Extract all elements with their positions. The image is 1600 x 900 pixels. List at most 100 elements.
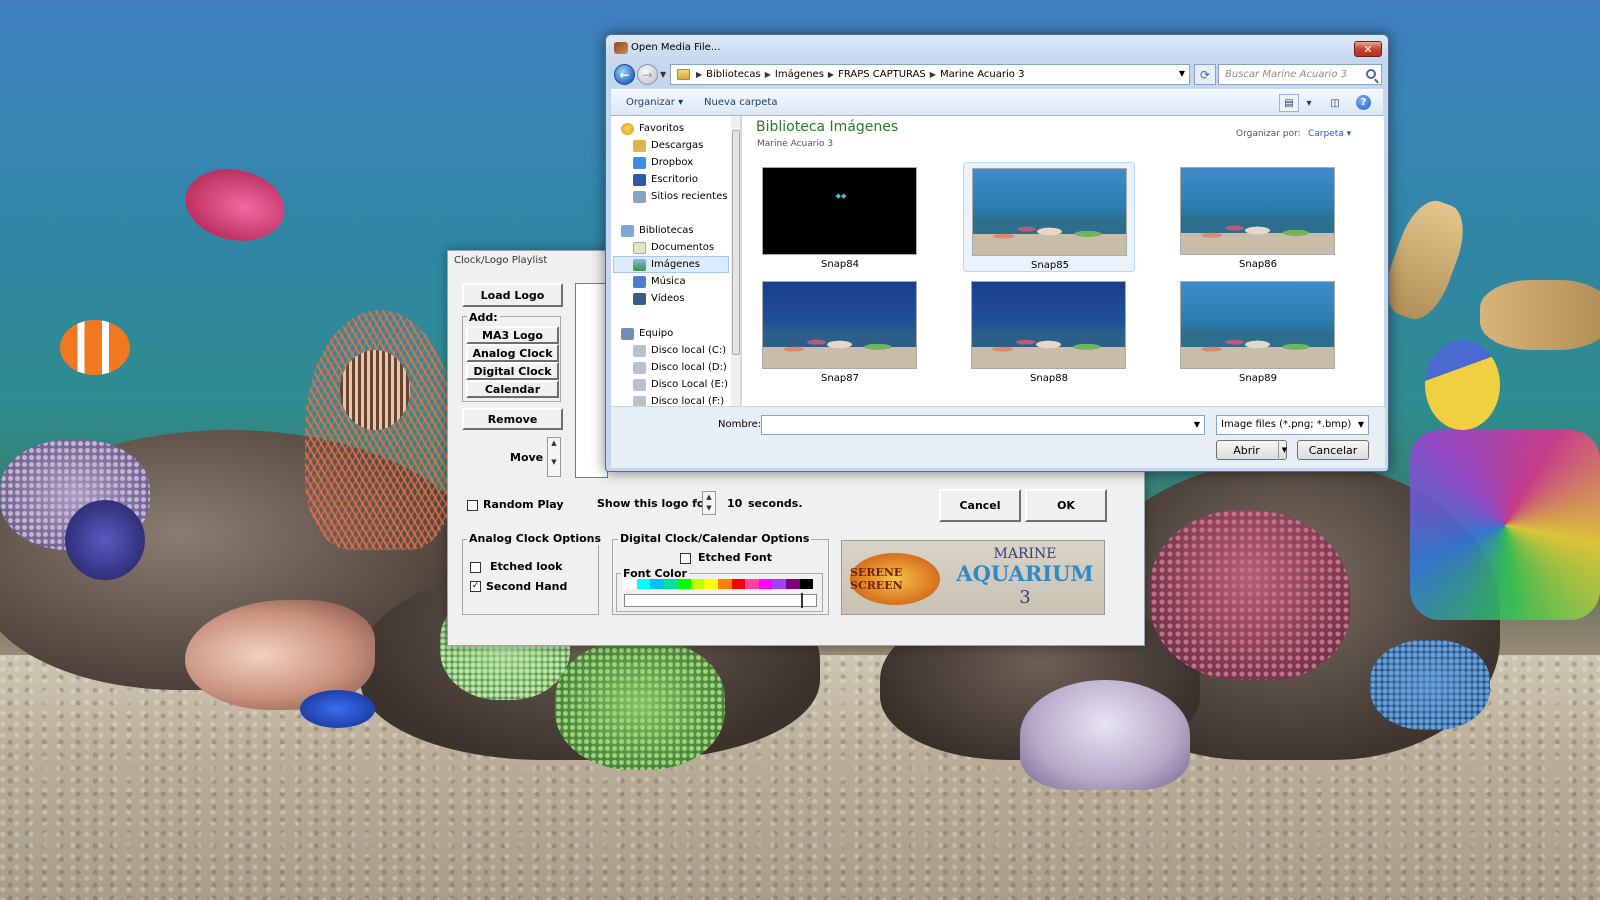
nav-imagenes[interactable]: Imágenes [613,256,729,273]
breadcrumb-item[interactable]: Marine Acuario 3 [940,69,1025,80]
file-type-select[interactable]: Image files (*.png; *.bmp) ▼ [1216,415,1369,435]
breadcrumb-item[interactable]: Imágenes [775,69,824,80]
font-color-palette[interactable] [623,579,814,589]
seconds-value[interactable]: 10 [727,497,742,510]
random-play-checkbox[interactable] [467,500,478,511]
nav-descargas[interactable]: Descargas [633,137,740,154]
search-input[interactable]: Buscar Marine Acuario 3 [1218,64,1382,85]
close-button[interactable]: ✕ [1354,41,1382,57]
recent-locations-dropdown-icon[interactable]: ▼ [660,70,666,79]
font-color-swatch[interactable] [731,579,746,589]
nav-drive-c[interactable]: Disco local (C:) [633,342,740,359]
second-hand-checkbox[interactable]: ✓ [470,581,481,592]
font-color-swatch[interactable] [799,579,814,589]
font-color-swatch[interactable] [663,579,678,589]
organize-menu[interactable]: Organizar ▾ [626,97,683,108]
cancel-button[interactable]: Cancel [939,489,1021,522]
seconds-spinner[interactable]: ▲ ▼ [702,491,716,515]
move-up-icon[interactable]: ▲ [548,438,560,457]
organize-by-dropdown[interactable]: Carpeta ▾ [1308,129,1351,139]
back-arrow-icon: ← [619,67,630,82]
font-color-slider[interactable] [624,593,817,608]
chevron-down-icon[interactable]: ▼ [1194,420,1200,429]
file-item-selected[interactable]: Snap85 [963,162,1135,272]
etched-font-checkbox[interactable] [680,553,691,564]
move-down-icon[interactable]: ▼ [548,457,560,476]
etched-look-checkbox[interactable] [470,562,481,573]
breadcrumb-item[interactable]: Bibliotecas [706,69,761,80]
file-item[interactable]: ◆◆ Snap84 [754,162,926,272]
desktop-icon [633,173,646,186]
seconds-up-icon[interactable]: ▲ [703,492,715,503]
add-ma3-logo-button[interactable]: MA3 Logo [466,326,559,344]
nav-scrollbar-thumb[interactable] [732,130,740,355]
forward-arrow-icon: → [642,67,653,82]
nav-drive-f[interactable]: Disco local (F:) [633,393,740,406]
file-name: Snap85 [1031,260,1069,271]
filename-input[interactable]: ▼ [761,415,1205,435]
add-analog-clock-button[interactable]: Analog Clock [466,344,559,362]
file-item[interactable]: Snap88 [963,276,1135,386]
marine-aquarium-logo: SERENE SCREEN MARINE AQUARIUM 3 [841,540,1105,615]
font-color-slider-thumb[interactable] [801,593,803,608]
giant-clam [1020,680,1190,790]
font-color-swatch[interactable] [772,579,786,589]
open-button[interactable]: Abrir [1216,440,1287,460]
move-spinner[interactable]: ▲ ▼ [547,437,561,477]
font-color-swatch[interactable] [636,579,651,589]
help-icon[interactable]: ? [1356,95,1371,110]
nav-dropbox[interactable]: Dropbox [633,154,740,171]
move-label: Move [510,451,544,464]
view-icon[interactable]: ▤ [1279,94,1299,112]
logo-number-text: 3 [1019,587,1031,608]
nav-drive-d[interactable]: Disco local (D:) [633,359,740,376]
command-toolbar: Organizar ▾ Nueva carpeta ▤ ▾ ◫ ? [611,89,1383,116]
view-dropdown-icon[interactable]: ▾ [1299,94,1319,112]
angelfish [1425,340,1500,430]
logo-aquarium-text: AQUARIUM [956,561,1094,586]
file-item[interactable]: Snap86 [1172,162,1344,272]
playlist-listbox[interactable] [575,283,608,478]
nav-musica[interactable]: Música [633,273,740,290]
file-item[interactable]: Snap87 [754,276,926,386]
ok-button[interactable]: OK [1025,489,1107,522]
nav-bibliotecas[interactable]: Bibliotecas [621,222,739,239]
preview-pane-icon[interactable]: ◫ [1325,94,1345,112]
load-logo-button[interactable]: Load Logo [462,283,563,307]
nav-scrollbar[interactable] [731,116,740,406]
seconds-down-icon[interactable]: ▼ [703,503,715,514]
font-color-swatch[interactable] [785,579,800,589]
font-color-swatch[interactable] [758,579,773,589]
open-split-dropdown-icon[interactable]: ▼ [1278,440,1290,460]
nav-escritorio[interactable]: Escritorio [633,171,740,188]
forward-button[interactable]: → [637,64,658,85]
font-color-swatch[interactable] [745,579,759,589]
file-name: Snap84 [821,259,859,270]
back-button[interactable]: ← [614,64,635,85]
address-bar[interactable]: ▶ Bibliotecas ▶ Imágenes ▶ FRAPS CAPTURA… [670,64,1190,85]
font-color-swatch[interactable] [690,579,705,589]
file-item[interactable]: Snap89 [1172,276,1344,386]
nav-drive-e[interactable]: Disco Local (E:) [633,376,740,393]
nav-label: Favoritos [639,123,685,134]
dialog-cancel-button[interactable]: Cancelar [1297,440,1369,460]
new-folder-button[interactable]: Nueva carpeta [704,97,777,108]
breadcrumb-item[interactable]: FRAPS CAPTURAS [838,69,926,80]
nav-sitios-recientes[interactable]: Sitios recientes [633,188,740,205]
font-color-swatch[interactable] [650,579,664,589]
nav-favorites[interactable]: Favoritos [621,120,739,137]
refresh-button[interactable]: ⟳ [1194,64,1216,85]
add-calendar-button[interactable]: Calendar [466,380,559,398]
nav-equipo[interactable]: Equipo [621,325,739,342]
font-color-swatch[interactable] [623,579,637,589]
file-name: Snap89 [1239,373,1277,384]
chevron-down-icon[interactable]: ▼ [1179,69,1185,78]
add-digital-clock-button[interactable]: Digital Clock [466,362,559,380]
drive-icon [633,361,646,374]
nav-videos[interactable]: Vídeos [633,290,740,307]
font-color-swatch[interactable] [704,579,719,589]
nav-documentos[interactable]: Documentos [633,239,740,256]
font-color-swatch[interactable] [718,579,732,589]
remove-button[interactable]: Remove [462,408,563,430]
font-color-swatch[interactable] [677,579,691,589]
